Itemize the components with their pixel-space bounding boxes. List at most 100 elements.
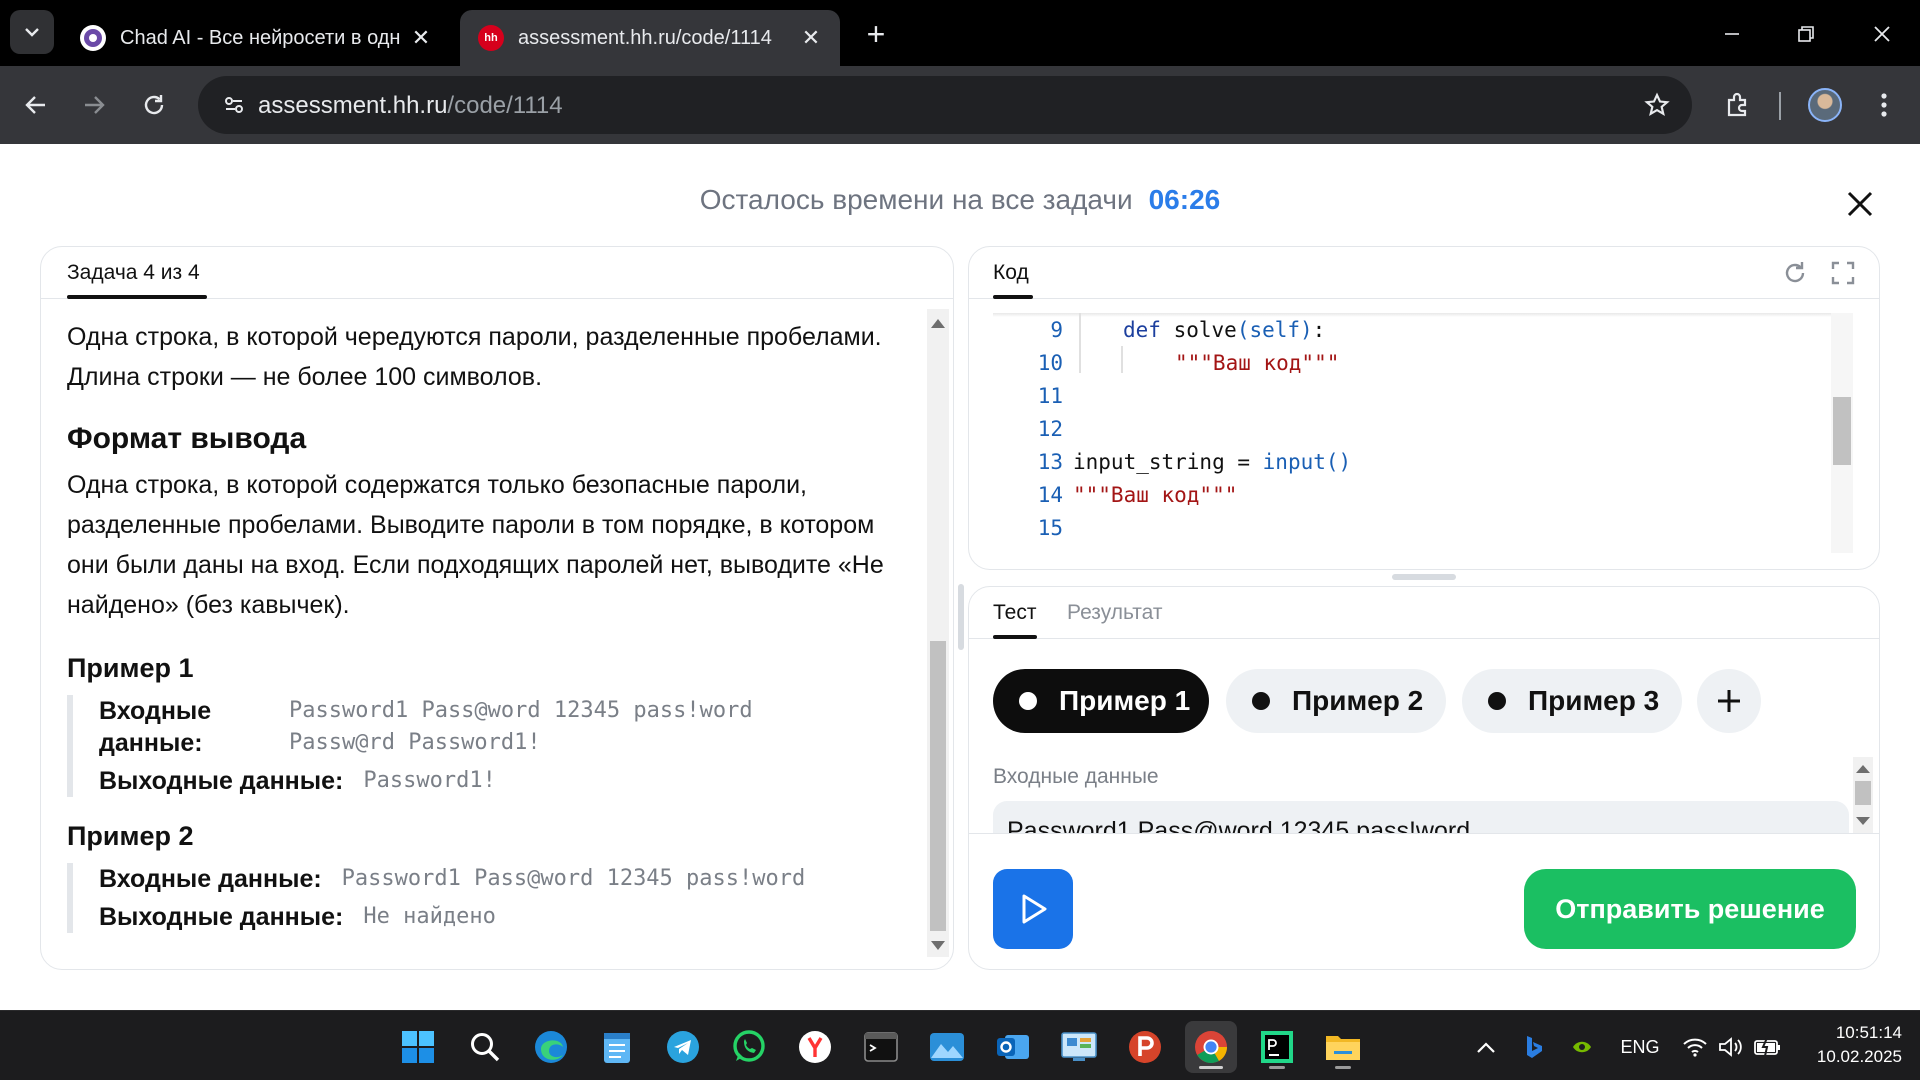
- task-counter-tab[interactable]: Задача 4 из 4: [67, 261, 200, 285]
- example-2-output-row: Выходные данные: Не найдено: [99, 901, 911, 933]
- nvidia-icon[interactable]: [1566, 1031, 1598, 1063]
- tab-test[interactable]: Тест: [993, 601, 1036, 625]
- example-1-input-row: Входные данные: Password1 Pass@word 1234…: [99, 695, 911, 759]
- close-tab-icon[interactable]: ✕: [796, 23, 826, 53]
- line-number: 13: [1037, 449, 1063, 474]
- editor-top-shadow: [993, 313, 1843, 317]
- telegram-icon[interactable]: [657, 1021, 709, 1073]
- assessment-page: Осталось времени на все задачи 06:26 Зада…: [0, 144, 1920, 1010]
- code-editor[interactable]: 9 def solve(self): 10 """Ваш код""" 11 1…: [993, 313, 1843, 553]
- scroll-thumb[interactable]: [1855, 781, 1871, 805]
- code-token: :: [1312, 317, 1326, 342]
- line-number: 10: [1037, 350, 1063, 375]
- run-code-button[interactable]: [993, 869, 1073, 949]
- code-text: def solve(self):: [1123, 318, 1325, 342]
- indent-guide: [1079, 313, 1081, 373]
- code-line-12: 12: [993, 412, 1063, 445]
- example-1-title: Пример 1: [67, 653, 194, 683]
- task-description: Одна строка, в которой чередуются пароли…: [67, 317, 911, 939]
- toolbar-divider: [1779, 92, 1781, 120]
- file-explorer-icon[interactable]: [1317, 1021, 1369, 1073]
- wps-presentation-icon[interactable]: [1119, 1021, 1171, 1073]
- line-number: 12: [1037, 416, 1063, 441]
- example-pill-1[interactable]: Пример 1: [993, 669, 1209, 733]
- extensions-puzzle-icon[interactable]: [1716, 83, 1760, 127]
- example-output-value: Password1!: [363, 768, 496, 793]
- code-tab[interactable]: Код: [993, 261, 1029, 285]
- close-assessment-icon[interactable]: [1840, 184, 1880, 224]
- wifi-icon[interactable]: [1678, 1031, 1712, 1063]
- bookmark-star-icon[interactable]: [1640, 88, 1674, 122]
- pycharm-icon[interactable]: [1251, 1021, 1303, 1073]
- code-panel: Код 9 def solve(self): 10 """Ваш код""": [968, 246, 1880, 570]
- bing-icon[interactable]: [1518, 1031, 1550, 1063]
- reset-code-icon[interactable]: [1781, 259, 1811, 289]
- play-icon: [1022, 894, 1047, 924]
- browser-tab-assessment[interactable]: hh assessment.hh.ru/code/1114 ✕: [460, 10, 840, 66]
- notepad-icon[interactable]: [591, 1021, 643, 1073]
- scroll-thumb[interactable]: [1833, 397, 1851, 465]
- submit-solution-button[interactable]: Отправить решение: [1524, 869, 1856, 949]
- example-pill-2[interactable]: Пример 2: [1226, 669, 1446, 733]
- scroll-thumb[interactable]: [930, 641, 946, 931]
- scroll-down-arrow-icon[interactable]: [1856, 817, 1870, 825]
- new-tab-plus-icon[interactable]: +: [858, 16, 894, 52]
- outlook-icon[interactable]: [987, 1021, 1039, 1073]
- test-input-label: Входные данные: [993, 765, 1159, 788]
- test-scrollbar[interactable]: [1853, 757, 1873, 833]
- task-panel: Задача 4 из 4 Одна строка, в которой чер…: [40, 246, 954, 970]
- terminal-icon[interactable]: [855, 1021, 907, 1073]
- restore-icon[interactable]: [1784, 12, 1828, 56]
- language-indicator[interactable]: ENG: [1616, 1031, 1664, 1063]
- windows-start-icon[interactable]: [392, 1021, 444, 1073]
- code-scrollbar[interactable]: [1831, 313, 1853, 553]
- tab-search-button[interactable]: [10, 10, 54, 54]
- search-icon[interactable]: [459, 1021, 511, 1073]
- control-panel-icon[interactable]: [1053, 1021, 1105, 1073]
- battery-icon[interactable]: [1750, 1031, 1786, 1063]
- clock-time: 10:51:14: [1835, 1023, 1902, 1042]
- fullscreen-icon[interactable]: [1829, 259, 1859, 289]
- vertical-splitter-handle[interactable]: [958, 584, 964, 650]
- address-bar[interactable]: assessment.hh.ru/code/1114: [198, 76, 1692, 134]
- example-pill-3[interactable]: Пример 3: [1462, 669, 1682, 733]
- close-tab-icon[interactable]: ✕: [406, 23, 436, 53]
- photos-icon[interactable]: [921, 1021, 973, 1073]
- code-token: solve: [1173, 317, 1237, 342]
- browser-menu-icon[interactable]: [1862, 83, 1906, 127]
- whatsapp-icon[interactable]: [723, 1021, 775, 1073]
- forward-arrow-icon[interactable]: [72, 83, 116, 127]
- code-token: =: [1224, 449, 1263, 474]
- yandex-browser-icon[interactable]: [789, 1021, 841, 1073]
- volume-icon[interactable]: [1714, 1031, 1748, 1063]
- back-arrow-icon[interactable]: [14, 83, 58, 127]
- site-info-icon[interactable]: [212, 84, 256, 126]
- code-token: def: [1123, 317, 1161, 342]
- taskbar-clock[interactable]: 10:51:14 10.02.2025: [1790, 1021, 1902, 1069]
- line-number: 11: [1037, 383, 1063, 408]
- example-output-label: Выходные данные:: [99, 767, 344, 795]
- tray-overflow-chevron-icon[interactable]: [1470, 1031, 1502, 1063]
- example-output-value: Не найдено: [363, 904, 496, 929]
- tab-result[interactable]: Результат: [1067, 601, 1163, 625]
- scroll-up-arrow-icon[interactable]: [1856, 765, 1870, 773]
- reload-icon[interactable]: [132, 83, 176, 127]
- code-line-11: 11: [993, 379, 1063, 412]
- hh-favicon-icon: hh: [478, 25, 504, 51]
- profile-avatar[interactable]: [1808, 88, 1842, 122]
- browser-tab-chad-ai[interactable]: Chad AI - Все нейросети в одн ✕: [62, 10, 450, 66]
- edge-browser-icon[interactable]: [525, 1021, 577, 1073]
- chrome-icon[interactable]: [1185, 1021, 1237, 1073]
- chad-ai-favicon-icon: [80, 25, 106, 51]
- horizontal-splitter-handle[interactable]: [1392, 574, 1456, 580]
- scroll-up-arrow-icon[interactable]: [931, 319, 945, 328]
- code-text: input_string = input(): [1073, 450, 1351, 474]
- example-1-box: Входные данные: Password1 Pass@word 1234…: [67, 695, 911, 797]
- task-scrollbar[interactable]: [927, 309, 949, 957]
- minimize-icon[interactable]: [1710, 12, 1754, 56]
- scroll-down-arrow-icon[interactable]: [931, 941, 945, 950]
- add-example-button[interactable]: [1697, 669, 1761, 733]
- indent-guide: [1121, 346, 1123, 373]
- windows-taskbar: ENG 10:51:14 10.02.2025: [0, 1010, 1920, 1080]
- close-window-icon[interactable]: [1860, 12, 1904, 56]
